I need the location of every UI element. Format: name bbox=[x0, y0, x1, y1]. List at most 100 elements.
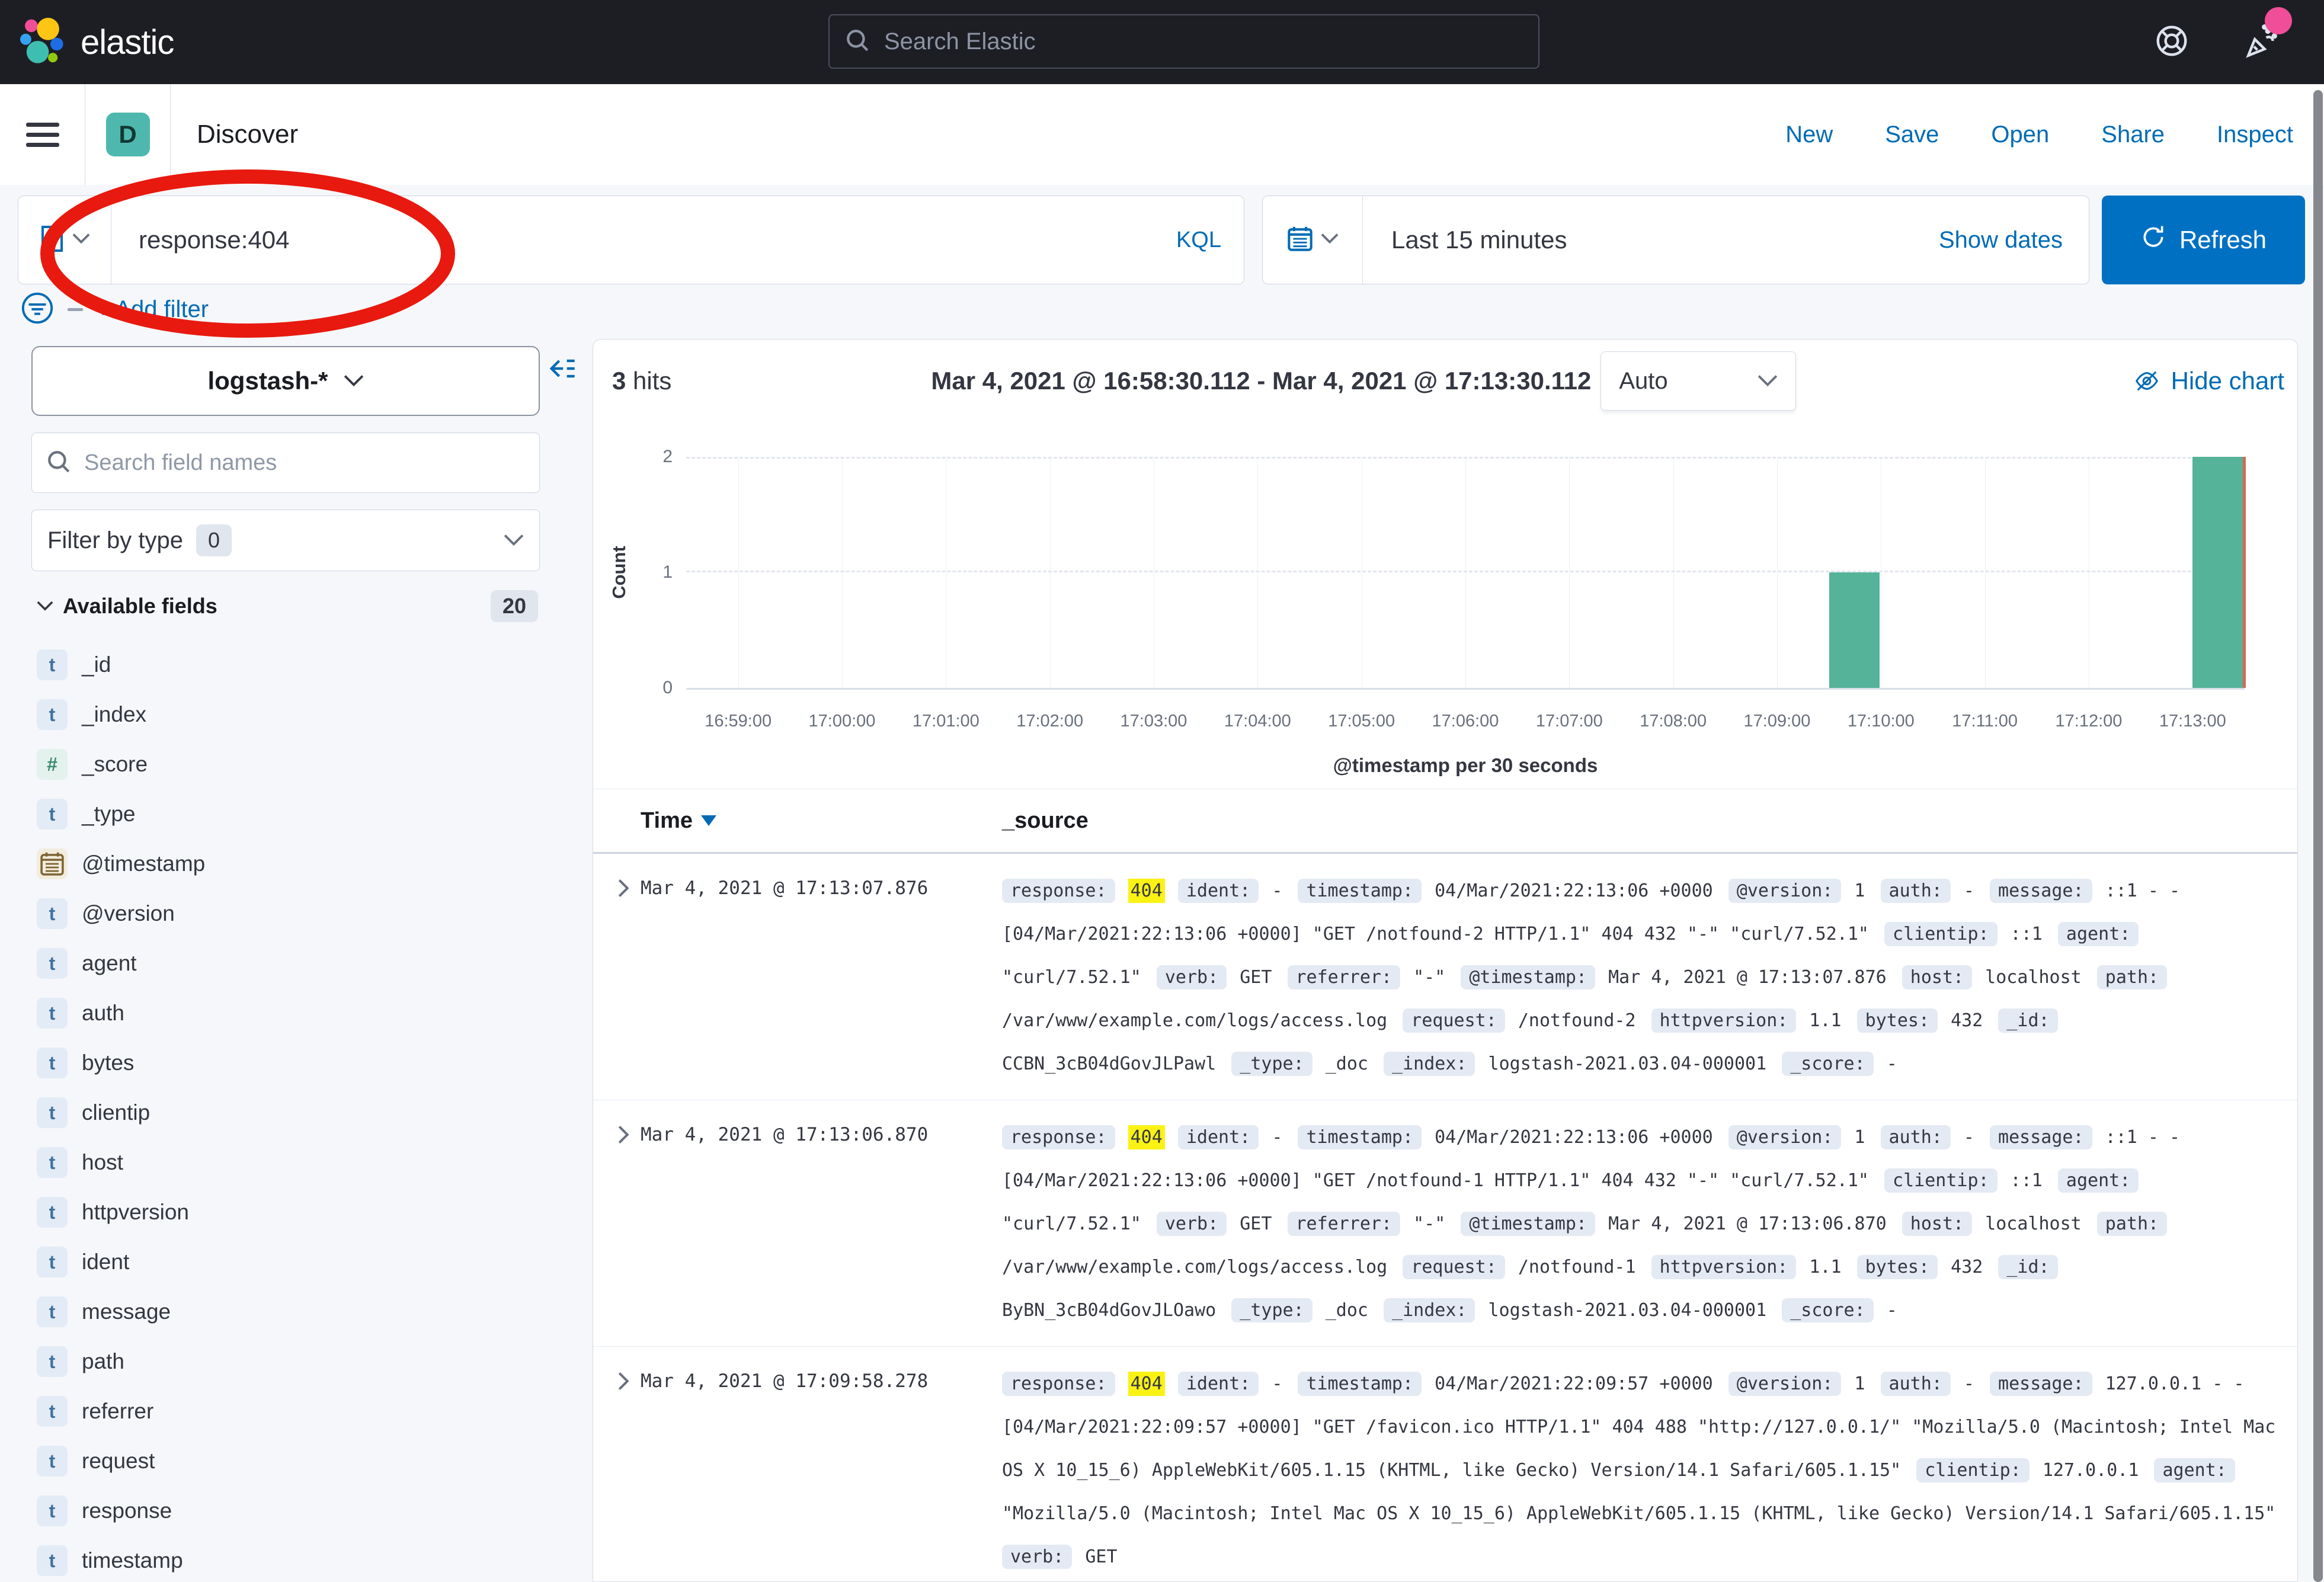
field-name: _score bbox=[82, 752, 148, 777]
field-item-request[interactable]: trequest bbox=[37, 1436, 558, 1486]
interval-select[interactable]: Auto bbox=[1600, 351, 1796, 411]
histogram-bar[interactable] bbox=[2192, 457, 2243, 688]
query-input[interactable] bbox=[137, 225, 1176, 255]
expand-row-button[interactable] bbox=[600, 1116, 641, 1147]
chevron-down-icon bbox=[1321, 233, 1339, 248]
appbar-action-save[interactable]: Save bbox=[1885, 121, 1939, 148]
grid-line bbox=[1050, 457, 1051, 688]
field-item-bytes[interactable]: tbytes bbox=[37, 1038, 558, 1088]
string-field-type-icon: t bbox=[37, 799, 68, 830]
date-field-type-icon bbox=[37, 848, 68, 879]
field-item-httpversion[interactable]: thttpversion bbox=[37, 1187, 558, 1237]
grid-line bbox=[842, 457, 843, 688]
saved-query-menu-button[interactable] bbox=[18, 196, 111, 284]
help-icon[interactable] bbox=[2153, 23, 2190, 62]
field-item-index[interactable]: t_index bbox=[37, 690, 558, 739]
appbar-action-open[interactable]: Open bbox=[1991, 121, 2049, 148]
source-value: /notfound-2 bbox=[1518, 1010, 1636, 1031]
source-value: localhost bbox=[1985, 1213, 2082, 1234]
field-item-timestamp[interactable]: @timestamp bbox=[37, 839, 558, 889]
discover-page: elastic bbox=[0, 0, 2324, 1582]
hide-chart-button[interactable]: Hide chart bbox=[2133, 367, 2284, 395]
field-item-version[interactable]: t@version bbox=[37, 889, 558, 939]
source-field-name: response: bbox=[1002, 1372, 1115, 1396]
field-item-message[interactable]: tmessage bbox=[37, 1287, 558, 1337]
filter-icon[interactable] bbox=[20, 291, 55, 328]
appbar-action-new[interactable]: New bbox=[1785, 121, 1833, 148]
field-search-box bbox=[31, 433, 540, 493]
refresh-icon bbox=[2140, 224, 2166, 256]
field-item-referrer[interactable]: treferrer bbox=[37, 1386, 558, 1436]
expand-row-button[interactable] bbox=[600, 869, 641, 901]
chevron-down-icon bbox=[504, 534, 524, 547]
x-axis-tick-label: 17:11:00 bbox=[1952, 712, 2018, 731]
scrollbar-thumb[interactable] bbox=[2313, 90, 2323, 1582]
field-name: ident bbox=[82, 1250, 129, 1274]
global-search-input[interactable] bbox=[883, 28, 1523, 56]
saved-query-icon bbox=[39, 225, 65, 256]
global-search-box bbox=[828, 14, 1539, 69]
grid-line-dashed bbox=[686, 457, 2245, 459]
source-value: GET bbox=[1240, 967, 1272, 988]
field-item-ident[interactable]: tident bbox=[37, 1237, 558, 1287]
string-field-type-icon: t bbox=[37, 1446, 68, 1477]
x-axis-tick-label: 17:08:00 bbox=[1640, 712, 1707, 731]
string-field-type-icon: t bbox=[37, 1197, 68, 1228]
y-axis-title: Count bbox=[609, 546, 630, 599]
x-axis-tick-label: 17:06:00 bbox=[1432, 712, 1499, 731]
header-icons bbox=[2153, 0, 2283, 84]
string-field-type-icon: t bbox=[37, 898, 68, 929]
field-name: _type bbox=[82, 802, 136, 827]
field-item-clientip[interactable]: tclientip bbox=[37, 1088, 558, 1138]
appbar-action-inspect[interactable]: Inspect bbox=[2217, 121, 2293, 148]
filter-by-type-select[interactable]: Filter by type 0 bbox=[31, 510, 540, 571]
time-picker-menu-button[interactable] bbox=[1263, 196, 1363, 284]
source-field-name: timestamp: bbox=[1298, 879, 1422, 903]
field-item-host[interactable]: thost bbox=[37, 1138, 558, 1187]
refresh-button[interactable]: Refresh bbox=[2102, 196, 2305, 284]
x-axis-tick-label: 17:00:00 bbox=[809, 712, 876, 731]
elastic-brand[interactable]: elastic bbox=[18, 15, 174, 69]
add-filter-button[interactable]: + Add filter bbox=[96, 296, 209, 323]
field-item-path[interactable]: tpath bbox=[37, 1337, 558, 1386]
field-name: _id bbox=[82, 652, 111, 677]
field-item-auth[interactable]: tauth bbox=[37, 988, 558, 1038]
grid-line bbox=[1777, 457, 1778, 688]
column-header-time[interactable]: Time bbox=[641, 808, 1002, 834]
y-axis-tick-label: 0 bbox=[662, 678, 673, 698]
field-item-score[interactable]: #_score bbox=[37, 739, 558, 789]
string-field-type-icon: t bbox=[37, 699, 68, 730]
source-value: - bbox=[1964, 1373, 1974, 1394]
string-field-type-icon: t bbox=[37, 1545, 68, 1576]
x-axis-tick-label: 17:13:00 bbox=[2159, 712, 2226, 731]
source-field-name: _score: bbox=[1782, 1298, 1873, 1322]
field-item-response[interactable]: tresponse bbox=[37, 1486, 558, 1536]
available-fields-header[interactable]: Available fields 20 bbox=[37, 590, 538, 622]
histogram-plot bbox=[686, 457, 2245, 690]
field-item-type[interactable]: t _type bbox=[37, 789, 558, 839]
menu-icon[interactable] bbox=[26, 117, 59, 153]
x-axis-tick-label: 17:05:00 bbox=[1328, 712, 1395, 731]
filter-bar: + Add filter bbox=[20, 290, 209, 328]
source-value: CCBN_3cB04dGovJLPawl bbox=[1002, 1053, 1216, 1074]
appbar-action-share[interactable]: Share bbox=[2101, 121, 2165, 148]
source-value: localhost bbox=[1985, 967, 2082, 988]
histogram-bar[interactable] bbox=[1829, 572, 1880, 688]
source-value: ByBN_3cB04dGovJLOawo bbox=[1002, 1300, 1216, 1321]
field-item-id[interactable]: t_id bbox=[37, 640, 558, 690]
source-field-name: ident: bbox=[1178, 879, 1259, 903]
time-range-value[interactable]: Last 15 minutes bbox=[1363, 226, 1567, 254]
field-search-input[interactable] bbox=[83, 450, 525, 476]
index-pattern-select[interactable]: logstash-* bbox=[31, 346, 540, 416]
discover-app-icon[interactable]: D bbox=[106, 113, 150, 156]
global-header: elastic bbox=[0, 0, 2324, 84]
source-value: Mar 4, 2021 @ 17:13:07.876 bbox=[1608, 967, 1887, 988]
collapse-sidebar-icon[interactable] bbox=[546, 353, 577, 387]
field-item-agent[interactable]: tagent bbox=[37, 939, 558, 988]
query-language-button[interactable]: KQL bbox=[1176, 228, 1244, 253]
x-axis-tick-label: 17:02:00 bbox=[1016, 712, 1083, 731]
source-field-name: response: bbox=[1002, 879, 1115, 903]
expand-row-button[interactable] bbox=[600, 1362, 641, 1394]
field-item-timestamp[interactable]: ttimestamp bbox=[37, 1536, 558, 1582]
show-dates-button[interactable]: Show dates bbox=[1939, 227, 2089, 254]
